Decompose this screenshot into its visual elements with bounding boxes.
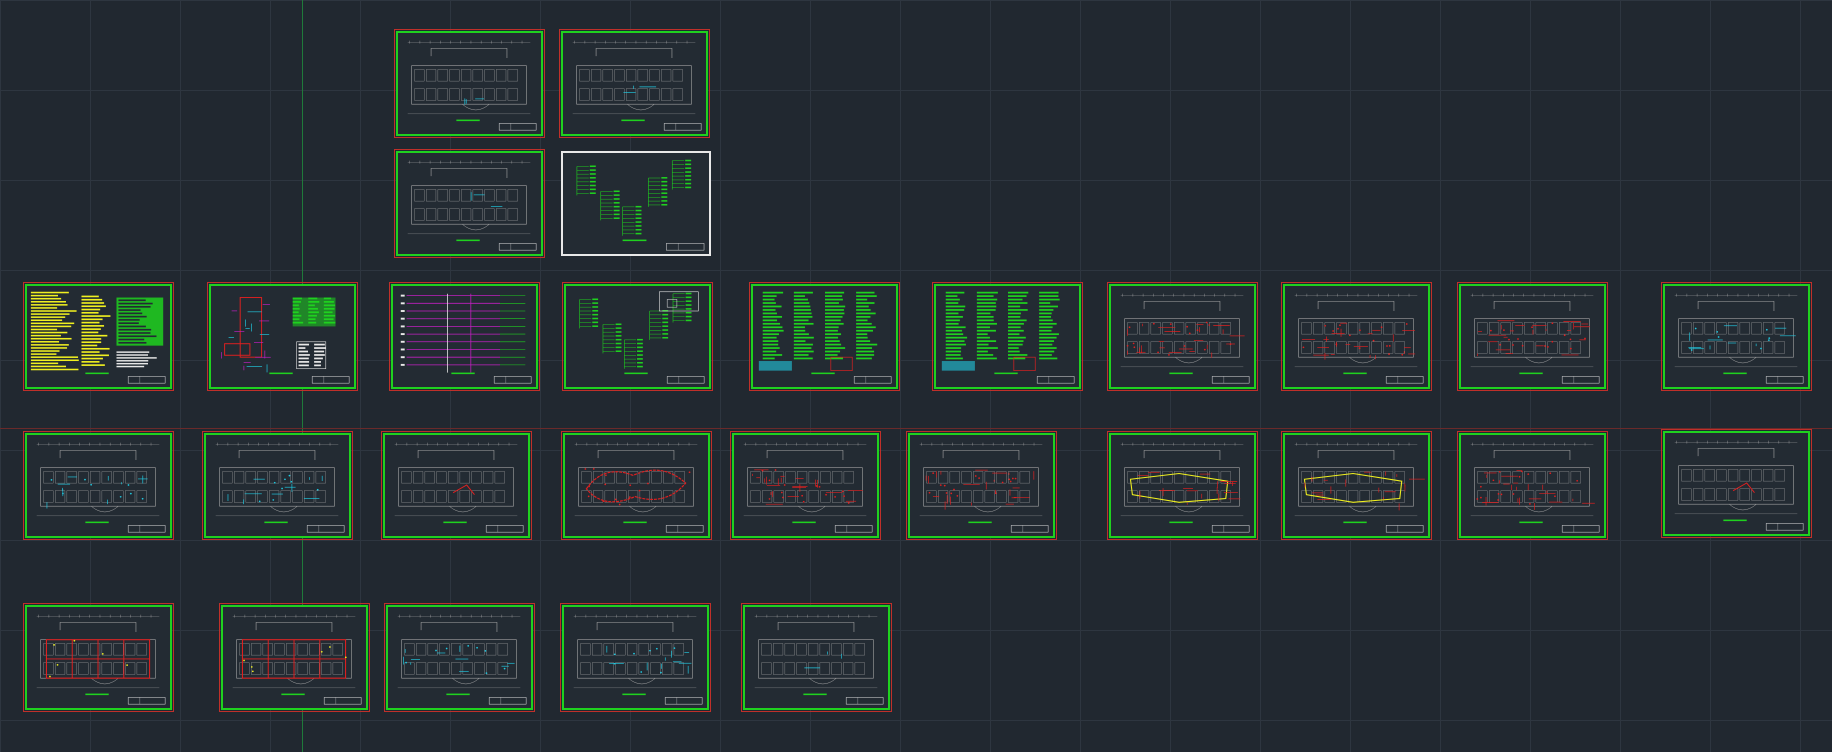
sheet-drawing-graphics [572,40,702,131]
sheet-drawing-graphics [30,291,166,384]
sheet-drawing-graphics [579,291,705,384]
drawing-sheet[interactable] [389,282,540,391]
sheet-drawing-graphics [576,159,705,251]
drawing-sheet[interactable] [1107,282,1258,391]
sheet-drawing-graphics [1120,293,1250,384]
cad-model-space[interactable] [0,0,1832,752]
sheet-drawing-graphics [573,614,703,705]
ucs-x-axis-line [0,428,1832,429]
drawing-sheet[interactable] [1457,282,1608,391]
drawing-sheet[interactable] [560,603,711,712]
sheet-drawing-graphics [407,40,537,131]
sheet-drawing-graphics [397,614,527,705]
drawing-sheet[interactable] [384,603,535,712]
drawing-sheet[interactable] [932,282,1083,391]
sheet-drawing-graphics [394,442,524,533]
drawing-sheet[interactable] [23,431,174,540]
sheet-drawing-graphics [1120,442,1250,533]
sheet-drawing-graphics [232,614,362,705]
sheet-drawing-graphics [758,291,892,384]
drawing-sheet[interactable] [202,431,353,540]
sheet-drawing-graphics [400,293,532,384]
drawing-sheet[interactable] [219,603,370,712]
drawing-sheet[interactable] [561,431,712,540]
drawing-sheet[interactable] [749,282,900,391]
sheet-drawing-graphics [407,160,537,251]
sheet-drawing-graphics [754,614,884,705]
sheet-drawing-graphics [1294,293,1424,384]
sheet-drawing-graphics [1674,293,1804,384]
drawing-sheet[interactable] [381,431,532,540]
drawing-sheet[interactable] [1457,431,1608,540]
drawing-sheet[interactable] [207,282,358,391]
sheet-drawing-graphics [1470,442,1600,533]
drawing-sheet[interactable] [1107,431,1258,540]
sheet-drawing-graphics [1470,293,1600,384]
sheet-drawing-graphics [36,442,166,533]
sheet-drawing-graphics [215,442,345,533]
drawing-sheet[interactable] [906,431,1057,540]
drawing-sheet[interactable] [562,282,713,391]
sheet-drawing-graphics [919,442,1049,533]
drawing-sheet[interactable] [1281,282,1432,391]
drawing-sheet[interactable] [23,603,174,712]
drawing-sheet[interactable] [561,151,711,256]
drawing-sheet[interactable] [394,29,545,138]
drawing-sheet[interactable] [730,431,881,540]
sheet-drawing-graphics [743,442,873,533]
sheet-drawing-graphics [221,297,350,384]
sheet-drawing-graphics [574,442,704,533]
drawing-sheet[interactable] [559,29,710,138]
drawing-sheet[interactable] [1661,429,1812,538]
sheet-drawing-graphics [1674,440,1804,531]
drawing-sheet[interactable] [394,149,545,258]
sheet-drawing-graphics [941,291,1075,384]
sheet-drawing-graphics [36,614,166,705]
sheet-drawing-graphics [1294,442,1425,533]
drawing-sheet[interactable] [23,282,174,391]
drawing-sheet[interactable] [1661,282,1812,391]
drawing-sheet[interactable] [1281,431,1432,540]
drawing-sheet[interactable] [741,603,892,712]
